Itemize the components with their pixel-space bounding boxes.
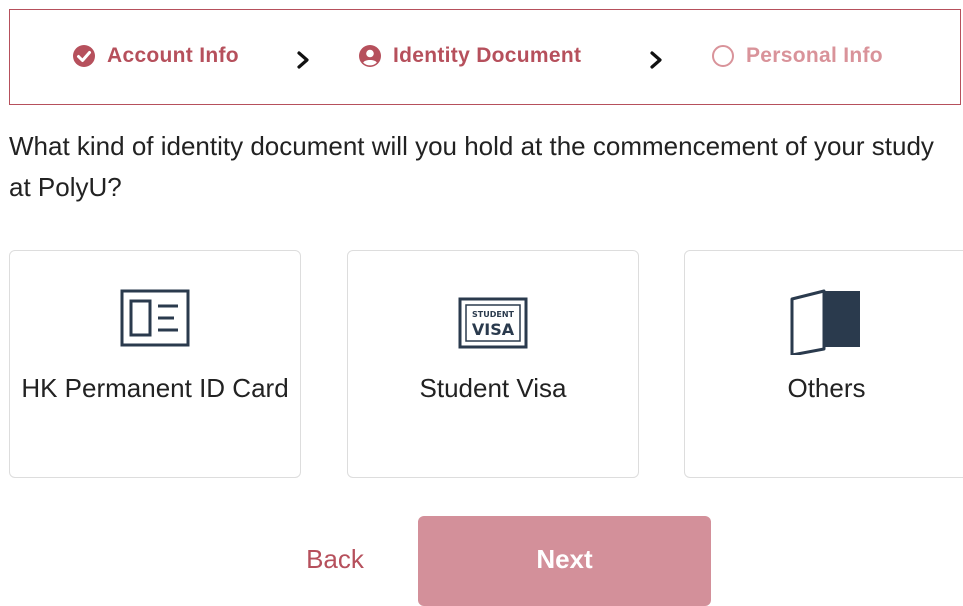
student-visa-icon: STUDENT VISA	[458, 297, 528, 349]
option-hk-permanent-id-card[interactable]: HK Permanent ID Card	[9, 250, 301, 478]
progress-stepper: Account Info Identity Document Personal …	[9, 9, 961, 105]
option-others[interactable]: Others	[684, 250, 963, 478]
step-identity-document: Identity Document	[358, 44, 581, 68]
visa-text-top: STUDENT	[472, 310, 515, 319]
option-label: HK Permanent ID Card	[21, 373, 289, 403]
step-personal-info: Personal Info	[711, 44, 883, 68]
option-label: Student Visa	[419, 373, 567, 403]
chevron-right-icon	[650, 51, 662, 69]
option-student-visa[interactable]: STUDENT VISA Student Visa	[347, 250, 639, 478]
check-circle-icon	[73, 45, 95, 67]
empty-circle-icon	[712, 45, 734, 67]
next-button[interactable]: Next	[418, 516, 711, 606]
chevron-right-icon	[297, 51, 309, 69]
question-text: What kind of identity document will you …	[9, 131, 934, 202]
back-button[interactable]: Back	[283, 530, 387, 588]
step-label: Account Info	[107, 44, 239, 67]
option-label: Others	[787, 373, 866, 403]
half-open-door-icon	[790, 289, 860, 355]
user-circle-icon	[359, 45, 381, 67]
step-label: Personal Info	[746, 44, 883, 67]
visa-text-bottom: VISA	[472, 320, 515, 339]
step-label: Identity Document	[393, 44, 582, 67]
id-card-icon	[120, 289, 190, 347]
step-account-info: Account Info	[72, 44, 239, 68]
